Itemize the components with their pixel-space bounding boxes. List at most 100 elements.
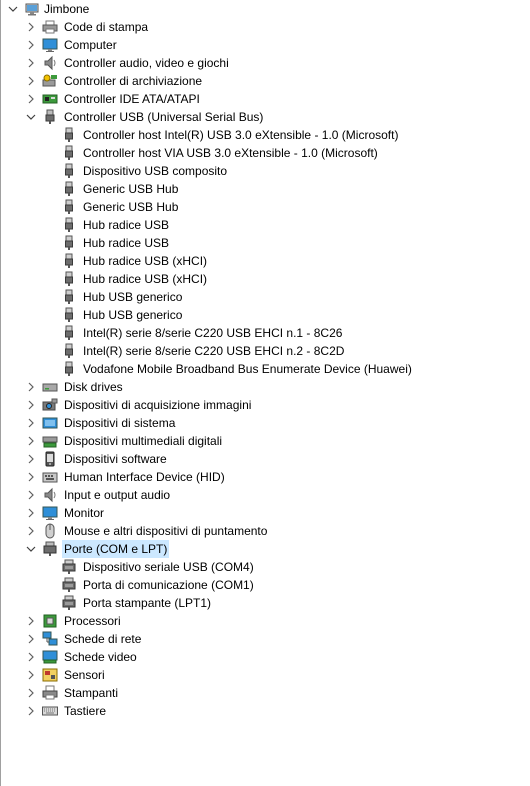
category-stampanti[interactable]: Stampanti bbox=[0, 684, 530, 702]
chevron-right-icon[interactable] bbox=[24, 54, 38, 72]
chevron-right-icon[interactable] bbox=[24, 18, 38, 36]
device-label[interactable]: Hub radice USB (xHCI) bbox=[81, 252, 209, 270]
device-item[interactable]: Generic USB Hub bbox=[0, 198, 530, 216]
device-item[interactable]: Hub USB generico bbox=[0, 288, 530, 306]
device-label[interactable]: Controller host Intel(R) USB 3.0 eXtensi… bbox=[81, 126, 400, 144]
device-label[interactable]: Porta stampante (LPT1) bbox=[81, 594, 213, 612]
category-label[interactable]: Schede di rete bbox=[62, 630, 143, 648]
category-schede-di-rete[interactable]: Schede di rete bbox=[0, 630, 530, 648]
device-item[interactable]: Intel(R) serie 8/serie C220 USB EHCI n.2… bbox=[0, 342, 530, 360]
category-sensori[interactable]: Sensori bbox=[0, 666, 530, 684]
device-label[interactable]: Dispositivo USB composito bbox=[81, 162, 229, 180]
chevron-down-icon[interactable] bbox=[6, 0, 20, 18]
category-label[interactable]: Schede video bbox=[62, 648, 139, 666]
chevron-down-icon[interactable] bbox=[24, 108, 38, 126]
category-label[interactable]: Controller di archiviazione bbox=[62, 72, 204, 90]
category-label[interactable]: Dispositivi di acquisizione immagini bbox=[62, 396, 253, 414]
category-porte-com-e-lpt[interactable]: Porte (COM e LPT) bbox=[0, 540, 530, 558]
category-mouse-e-altri-dispositivi-di-puntamento[interactable]: Mouse e altri dispositivi di puntamento bbox=[0, 522, 530, 540]
category-label[interactable]: Dispositivi software bbox=[62, 450, 169, 468]
device-label[interactable]: Vodafone Mobile Broadband Bus Enumerate … bbox=[81, 360, 414, 378]
chevron-right-icon[interactable] bbox=[24, 666, 38, 684]
chevron-right-icon[interactable] bbox=[24, 522, 38, 540]
category-label[interactable]: Controller audio, video e giochi bbox=[62, 54, 231, 72]
chevron-right-icon[interactable] bbox=[24, 414, 38, 432]
device-item[interactable]: Hub USB generico bbox=[0, 306, 530, 324]
category-label[interactable]: Input e output audio bbox=[62, 486, 172, 504]
category-human-interface-device-hid[interactable]: Human Interface Device (HID) bbox=[0, 468, 530, 486]
category-label[interactable]: Controller USB (Universal Serial Bus) bbox=[62, 108, 265, 126]
category-label[interactable]: Monitor bbox=[62, 504, 106, 522]
category-code-di-stampa[interactable]: Code di stampa bbox=[0, 18, 530, 36]
device-item[interactable]: Generic USB Hub bbox=[0, 180, 530, 198]
device-item[interactable]: Dispositivo USB composito bbox=[0, 162, 530, 180]
category-monitor[interactable]: Monitor bbox=[0, 504, 530, 522]
chevron-right-icon[interactable] bbox=[24, 468, 38, 486]
root-label[interactable]: Jimbone bbox=[42, 0, 91, 18]
device-label[interactable]: Hub radice USB bbox=[81, 234, 171, 252]
chevron-right-icon[interactable] bbox=[24, 72, 38, 90]
category-dispositivi-software[interactable]: Dispositivi software bbox=[0, 450, 530, 468]
category-computer[interactable]: Computer bbox=[0, 36, 530, 54]
category-label[interactable]: Dispositivi multimediali digitali bbox=[62, 432, 224, 450]
device-item[interactable]: Controller host VIA USB 3.0 eXtensible -… bbox=[0, 144, 530, 162]
category-input-e-output-audio[interactable]: Input e output audio bbox=[0, 486, 530, 504]
category-label[interactable]: Dispositivi di sistema bbox=[62, 414, 177, 432]
category-label[interactable]: Stampanti bbox=[62, 684, 120, 702]
device-item[interactable]: Porta stampante (LPT1) bbox=[0, 594, 530, 612]
chevron-right-icon[interactable] bbox=[24, 648, 38, 666]
chevron-right-icon[interactable] bbox=[24, 504, 38, 522]
category-controller-audio-video-e-giochi[interactable]: Controller audio, video e giochi bbox=[0, 54, 530, 72]
chevron-down-icon[interactable] bbox=[24, 540, 38, 558]
device-item[interactable]: Hub radice USB (xHCI) bbox=[0, 252, 530, 270]
device-label[interactable]: Porta di comunicazione (COM1) bbox=[81, 576, 256, 594]
chevron-right-icon[interactable] bbox=[24, 612, 38, 630]
category-label[interactable]: Controller IDE ATA/ATAPI bbox=[62, 90, 202, 108]
category-label[interactable]: Mouse e altri dispositivi di puntamento bbox=[62, 522, 269, 540]
category-label[interactable]: Tastiere bbox=[62, 702, 108, 720]
category-label[interactable]: Disk drives bbox=[62, 378, 125, 396]
chevron-right-icon[interactable] bbox=[24, 396, 38, 414]
chevron-right-icon[interactable] bbox=[24, 378, 38, 396]
device-item[interactable]: Hub radice USB bbox=[0, 234, 530, 252]
category-label[interactable]: Porte (COM e LPT) bbox=[62, 540, 170, 558]
chevron-right-icon[interactable] bbox=[24, 432, 38, 450]
category-dispositivi-di-acquisizione-immagini[interactable]: Dispositivi di acquisizione immagini bbox=[0, 396, 530, 414]
tree-root-computer[interactable]: Jimbone bbox=[0, 0, 530, 18]
category-label[interactable]: Sensori bbox=[62, 666, 107, 684]
category-dispositivi-multimediali-digitali[interactable]: Dispositivi multimediali digitali bbox=[0, 432, 530, 450]
category-label[interactable]: Computer bbox=[62, 36, 119, 54]
category-dispositivi-di-sistema[interactable]: Dispositivi di sistema bbox=[0, 414, 530, 432]
device-label[interactable]: Dispositivo seriale USB (COM4) bbox=[81, 558, 256, 576]
device-label[interactable]: Intel(R) serie 8/serie C220 USB EHCI n.2… bbox=[81, 342, 346, 360]
category-schede-video[interactable]: Schede video bbox=[0, 648, 530, 666]
category-controller-usb-universal-serial-bus[interactable]: Controller USB (Universal Serial Bus) bbox=[0, 108, 530, 126]
category-tastiere[interactable]: Tastiere bbox=[0, 702, 530, 720]
category-controller-ide-ata-atapi[interactable]: Controller IDE ATA/ATAPI bbox=[0, 90, 530, 108]
chevron-right-icon[interactable] bbox=[24, 90, 38, 108]
device-label[interactable]: Hub USB generico bbox=[81, 306, 184, 324]
chevron-right-icon[interactable] bbox=[24, 36, 38, 54]
device-item[interactable]: Dispositivo seriale USB (COM4) bbox=[0, 558, 530, 576]
category-label[interactable]: Human Interface Device (HID) bbox=[62, 468, 227, 486]
device-label[interactable]: Controller host VIA USB 3.0 eXtensible -… bbox=[81, 144, 380, 162]
device-label[interactable]: Hub radice USB (xHCI) bbox=[81, 270, 209, 288]
device-item[interactable]: Vodafone Mobile Broadband Bus Enumerate … bbox=[0, 360, 530, 378]
device-label[interactable]: Generic USB Hub bbox=[81, 198, 180, 216]
device-item[interactable]: Controller host Intel(R) USB 3.0 eXtensi… bbox=[0, 126, 530, 144]
category-processori[interactable]: Processori bbox=[0, 612, 530, 630]
category-label[interactable]: Processori bbox=[62, 612, 123, 630]
chevron-right-icon[interactable] bbox=[24, 630, 38, 648]
device-label[interactable]: Hub radice USB bbox=[81, 216, 171, 234]
device-item[interactable]: Hub radice USB (xHCI) bbox=[0, 270, 530, 288]
category-disk-drives[interactable]: Disk drives bbox=[0, 378, 530, 396]
device-item[interactable]: Hub radice USB bbox=[0, 216, 530, 234]
chevron-right-icon[interactable] bbox=[24, 702, 38, 720]
chevron-right-icon[interactable] bbox=[24, 450, 38, 468]
device-label[interactable]: Intel(R) serie 8/serie C220 USB EHCI n.1… bbox=[81, 324, 344, 342]
chevron-right-icon[interactable] bbox=[24, 486, 38, 504]
chevron-right-icon[interactable] bbox=[24, 684, 38, 702]
device-label[interactable]: Hub USB generico bbox=[81, 288, 184, 306]
device-label[interactable]: Generic USB Hub bbox=[81, 180, 180, 198]
device-item[interactable]: Porta di comunicazione (COM1) bbox=[0, 576, 530, 594]
